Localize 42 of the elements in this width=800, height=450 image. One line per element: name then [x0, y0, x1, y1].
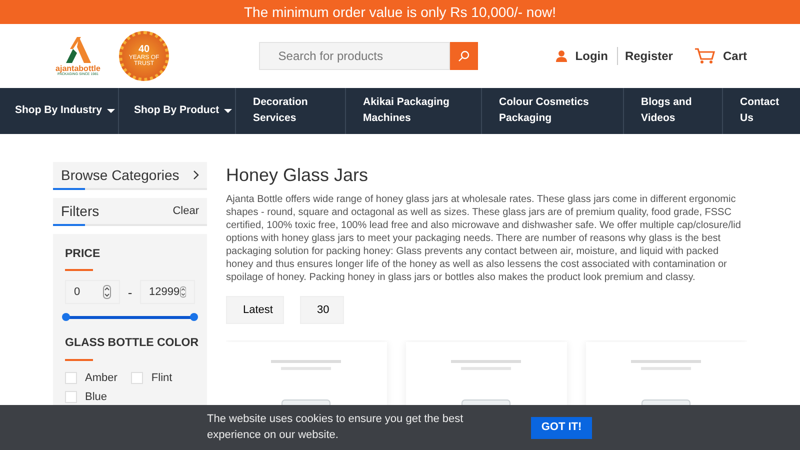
register-link[interactable]: Register [616, 47, 673, 65]
promo-text: The minimum order value is only Rs 10,000/- now! [244, 2, 556, 22]
range-dash: - [128, 284, 132, 302]
nav-item[interactable]: Blogs and Videos [624, 88, 723, 134]
clear-link[interactable]: Clear [172, 202, 199, 220]
search-icon [458, 50, 470, 62]
got-it-button[interactable]: GOT IT! [531, 416, 592, 438]
per-page-select[interactable]: 30 [300, 296, 344, 324]
nav-item[interactable]: Shop By Industry [0, 88, 119, 134]
checkbox[interactable] [131, 372, 144, 384]
checkbox-label[interactable]: Amber [85, 370, 118, 386]
checkbox-label[interactable]: Flint [151, 370, 172, 386]
search-field[interactable]: Search for products [259, 42, 450, 70]
search-button[interactable] [450, 42, 478, 70]
browse-categories-text: Browse Categories [61, 166, 180, 185]
nav-item[interactable]: Decoration Services [236, 88, 346, 134]
browse-categories-bar[interactable]: Browse Categories [53, 162, 207, 190]
slider-handle[interactable] [62, 313, 70, 322]
login-link[interactable]: Login [556, 47, 608, 65]
cookie-text: The website uses cookies to ensure you get the best experience on our website. [207, 412, 464, 442]
nav-item[interactable]: Akikai Packaging Machines [346, 88, 482, 134]
min-price-field[interactable]: 0 [65, 280, 120, 304]
checkbox-label[interactable]: Blue [85, 389, 108, 406]
checkbox[interactable] [65, 391, 77, 404]
user-icon [556, 50, 568, 62]
cart-link[interactable]: Cart [694, 47, 747, 65]
max-price-field[interactable]: 12999 [140, 280, 195, 304]
price-title: PRICE [65, 247, 102, 262]
nav-item[interactable]: Contact Us [723, 88, 800, 134]
checkbox[interactable] [65, 372, 77, 384]
cart-icon [694, 48, 715, 64]
spinner-arrows-icon[interactable] [180, 285, 186, 300]
spinner-arrows-icon[interactable] [103, 285, 111, 300]
sort-select[interactable]: Latest [226, 296, 284, 324]
slider-handle[interactable] [190, 313, 198, 322]
nav-item[interactable]: Shop By Product [119, 88, 236, 134]
page-title: Honey Glass Jars [226, 164, 370, 187]
price-slider[interactable] [65, 316, 195, 320]
description-text: Ajanta Bottle offers wide range of honey glass jars at wholesale rates. These glass jars come in different ergonomic shapes - round, square and octagonal as well as sizes. These glass jars are of premium quality, food grade, FSSC certified, 100% toxic free, 100% lead free and also microwave and dishwasher safe. We offer multiple cap/closure/lid options with honey glass jars to meet your packaging needs. There are number of reasons why glass is the best packaging solution for packing honey: Glass prevents any contact between air, moisture, and liquid with packed honey and thus ensures longer life of the honey as well as also lessens the cost associated with contamination or spoilage of honey. Packing honey in glass jars or bottles also makes the product look premium and classy. [226, 193, 742, 284]
nav-item[interactable]: Colour Cosmetics Packaging [482, 88, 624, 134]
filters-title: Filters [61, 202, 100, 220]
chevron-right-icon [193, 170, 199, 180]
